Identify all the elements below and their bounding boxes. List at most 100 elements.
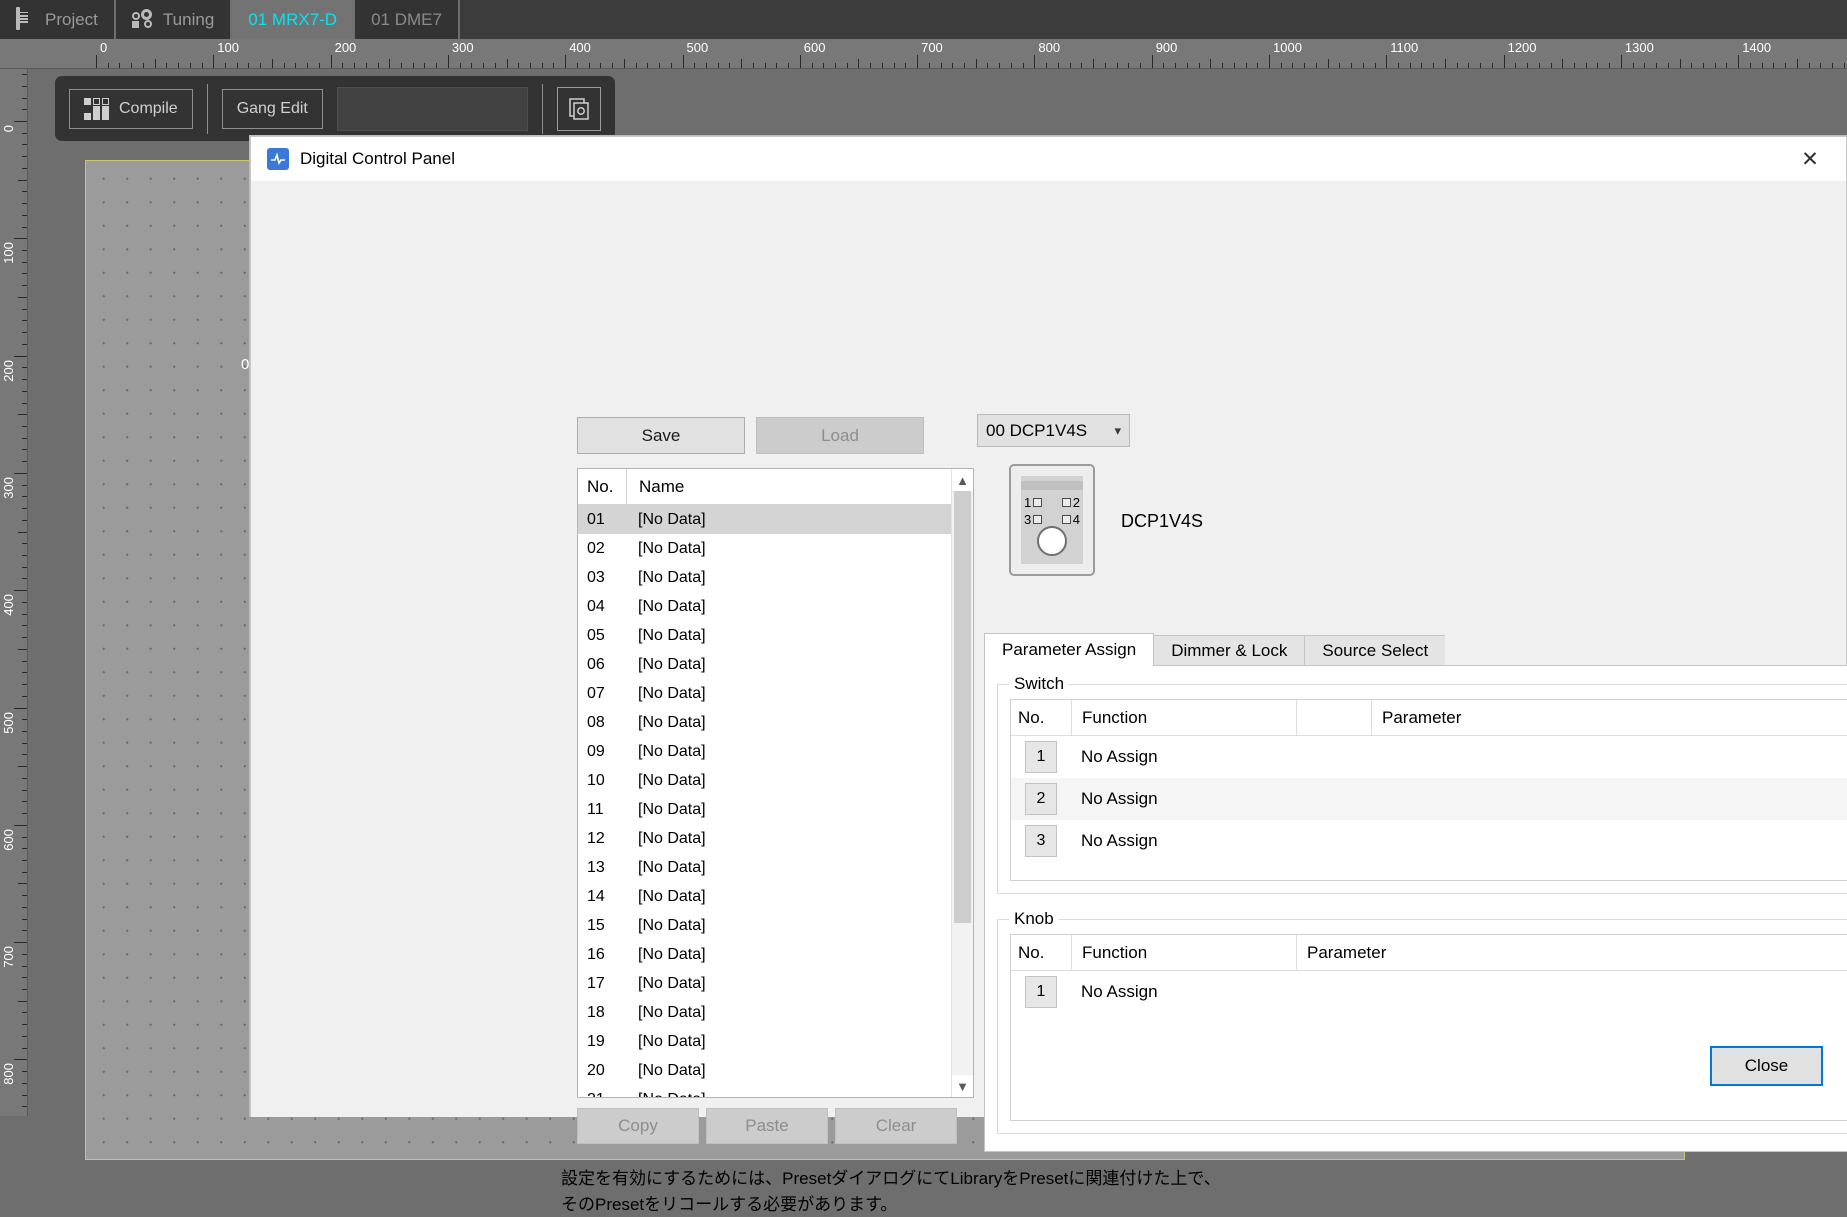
preset-list-item[interactable]: 05[No Data] xyxy=(578,621,973,650)
tab-tuning[interactable]: Tuning xyxy=(116,0,232,39)
ruler-subtick xyxy=(22,895,27,896)
preset-list-item[interactable]: 01[No Data] xyxy=(578,505,973,534)
preset-list-item[interactable]: 10[No Data] xyxy=(578,766,973,795)
ruler-subtick xyxy=(1644,63,1645,68)
ruler-subtick xyxy=(776,63,777,68)
preset-list-item[interactable]: 06[No Data] xyxy=(578,650,973,679)
preset-list-item[interactable]: 20[No Data] xyxy=(578,1056,973,1085)
tab-parameter-assign[interactable]: Parameter Assign xyxy=(984,633,1154,666)
ruler-subtick xyxy=(1480,63,1481,68)
save-button[interactable]: Save xyxy=(577,417,745,454)
knob-table[interactable]: No. Function Parameter 1No Assign xyxy=(1010,934,1847,1121)
preset-list-item-name: [No Data] xyxy=(626,830,973,848)
ruler-label: 700 xyxy=(921,40,943,55)
preset-scroll-thumb[interactable] xyxy=(954,491,971,923)
device-select[interactable]: 00 DCP1V4S ▾ xyxy=(977,414,1130,447)
preset-list-item[interactable]: 16[No Data] xyxy=(578,940,973,969)
ruler-subtick xyxy=(354,63,355,68)
tab-source-select[interactable]: Source Select xyxy=(1304,635,1446,666)
toolbar-divider xyxy=(207,84,208,134)
ruler-subtick xyxy=(202,63,203,68)
ruler-subtick xyxy=(600,63,601,68)
ruler-subtick xyxy=(18,766,27,767)
preset-list-item[interactable]: 12[No Data] xyxy=(578,824,973,853)
compile-icon xyxy=(84,98,110,120)
rotary-knob-icon xyxy=(1037,526,1067,556)
preset-list-item[interactable]: 19[No Data] xyxy=(578,1027,973,1056)
preset-list-item-name: [No Data] xyxy=(626,1062,973,1080)
knob-header-parameter: Parameter xyxy=(1296,935,1847,970)
dialog-note-line-1: 設定を有効にするためには、PresetダイアログにてLibraryをPreset… xyxy=(561,1166,1221,1192)
clear-button[interactable]: Clear xyxy=(835,1108,957,1144)
preset-list-item[interactable]: 08[No Data] xyxy=(578,708,973,737)
preset-list-item[interactable]: 13[No Data] xyxy=(578,853,973,882)
scroll-up-icon[interactable]: ▲ xyxy=(952,469,973,491)
switch-row-function[interactable]: No Assign xyxy=(1071,747,1158,767)
ruler-subtick xyxy=(401,63,402,68)
switch-row-number-cell: 1 xyxy=(1011,741,1071,773)
preset-list-item[interactable]: 04[No Data] xyxy=(578,592,973,621)
tab-mrx7d[interactable]: 01 MRX7-D xyxy=(232,0,355,39)
preset-list-item[interactable]: 18[No Data] xyxy=(578,998,973,1027)
switch-row-function[interactable]: No Assign xyxy=(1071,789,1158,809)
preset-list-item[interactable]: 09[No Data] xyxy=(578,737,973,766)
paste-button[interactable]: Paste xyxy=(706,1108,828,1144)
component-settings-button[interactable] xyxy=(557,87,601,131)
compile-button[interactable]: Compile xyxy=(69,89,193,129)
preset-list-item[interactable]: 17[No Data] xyxy=(578,969,973,998)
switch-table-header: No. Function Parameter xyxy=(1011,700,1847,736)
preset-list[interactable]: No. Name 01[No Data]02[No Data]03[No Dat… xyxy=(577,468,974,1098)
preset-scroll-track[interactable] xyxy=(952,491,973,1075)
load-button[interactable]: Load xyxy=(756,417,924,454)
gang-edit-button[interactable]: Gang Edit xyxy=(222,89,323,129)
switch-row-function[interactable]: No Assign xyxy=(1071,831,1158,851)
knob-table-row[interactable]: 1No Assign xyxy=(1011,971,1847,1013)
ruler-label: 200 xyxy=(335,40,357,55)
preset-list-item[interactable]: 07[No Data] xyxy=(578,679,973,708)
device-strip xyxy=(1021,481,1083,490)
tab-dme7[interactable]: 01 DME7 xyxy=(355,0,460,39)
ruler-subtick xyxy=(612,63,613,68)
ruler-subtick xyxy=(518,63,519,68)
copy-button[interactable]: Copy xyxy=(577,1108,699,1144)
device-preview[interactable]: 1 2 3 4 xyxy=(1009,464,1095,576)
canvas-toolbar: Compile Gang Edit xyxy=(55,76,615,141)
preset-list-rows: 01[No Data]02[No Data]03[No Data]04[No D… xyxy=(578,505,973,1098)
preset-list-item[interactable]: 15[No Data] xyxy=(578,911,973,940)
switch-table-row[interactable]: 1No Assign xyxy=(1011,736,1847,778)
ruler-subtick xyxy=(659,63,660,68)
switch-table[interactable]: No. Function Parameter 1No Assign2No Ass… xyxy=(1010,699,1847,881)
close-button[interactable]: Close xyxy=(1710,1046,1823,1086)
switch-table-row[interactable]: 3No Assign xyxy=(1011,820,1847,862)
tab-project[interactable]: Project xyxy=(0,0,116,39)
ruler-subtick xyxy=(22,907,27,908)
preset-list-scrollbar[interactable]: ▲ ▼ xyxy=(951,469,973,1097)
preset-list-item[interactable]: 03[No Data] xyxy=(578,563,973,592)
ruler-label: 1200 xyxy=(1508,40,1537,55)
ruler-subtick xyxy=(1058,63,1059,68)
tab-dimmer-lock[interactable]: Dimmer & Lock xyxy=(1153,635,1305,666)
ruler-subtick xyxy=(22,614,27,615)
ruler-subtick xyxy=(1433,63,1434,68)
ruler-subtick xyxy=(22,332,27,333)
preset-list-item[interactable]: 11[No Data] xyxy=(578,795,973,824)
preset-list-item[interactable]: 02[No Data] xyxy=(578,534,973,563)
preset-list-item[interactable]: 14[No Data] xyxy=(578,882,973,911)
preset-list-item-name: [No Data] xyxy=(626,743,973,761)
ruler-subtick xyxy=(1187,63,1188,68)
preset-list-header: No. Name xyxy=(578,469,973,505)
ruler-subtick xyxy=(1093,59,1094,68)
ruler-subtick xyxy=(1046,63,1047,68)
switch-table-row[interactable]: 2No Assign xyxy=(1011,778,1847,820)
tuning-icon xyxy=(132,9,154,31)
toolbar-divider-2 xyxy=(542,84,543,134)
ruler-subtick xyxy=(1832,63,1833,68)
knob-row-function[interactable]: No Assign xyxy=(1071,982,1158,1002)
preset-list-item-no: 19 xyxy=(578,1033,626,1051)
switch-header-spacer xyxy=(1296,700,1371,735)
preset-list-item[interactable]: 21[No Data] xyxy=(578,1085,973,1098)
scroll-down-icon[interactable]: ▼ xyxy=(952,1075,973,1097)
ruler-subtick xyxy=(18,297,27,298)
close-icon[interactable]: ✕ xyxy=(1788,144,1832,174)
toolbar-text-field[interactable] xyxy=(337,87,528,131)
